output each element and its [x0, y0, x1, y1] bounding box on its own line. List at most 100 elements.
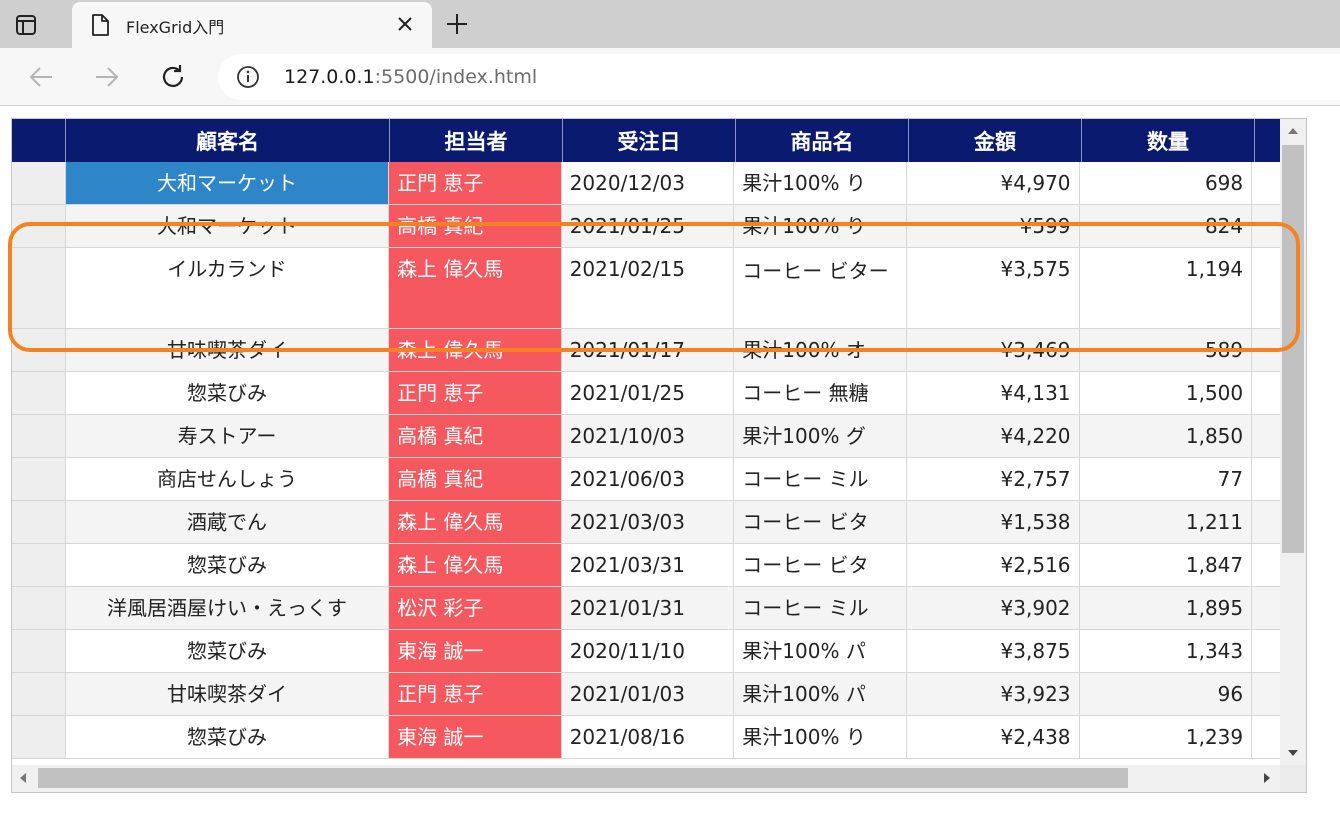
product-cell[interactable]: コーヒー 無糖 — [734, 372, 907, 414]
reload-icon[interactable] — [158, 62, 188, 92]
forward-arrow-icon[interactable] — [92, 62, 122, 92]
row-header-cell[interactable] — [12, 415, 66, 457]
staff-cell[interactable]: 正門 恵子 — [389, 372, 562, 414]
product-cell[interactable]: コーヒー ミル — [734, 587, 907, 629]
horizontal-scroll-thumb[interactable] — [38, 768, 1128, 788]
amount-cell[interactable]: ¥1,538 — [907, 501, 1080, 543]
amount-cell[interactable]: ¥4,131 — [907, 372, 1080, 414]
table-row[interactable]: 寿ストアー 高橋 真紀 2021/10/03 果汁100% グ ¥4,220 1… — [12, 415, 1280, 458]
product-cell[interactable]: 果汁100% グ — [734, 415, 907, 457]
column-header-amount[interactable]: 金額 — [909, 119, 1082, 162]
tab-actions-button[interactable] — [14, 12, 58, 38]
url-text[interactable]: 127.0.0.1:5500/index.html — [284, 66, 537, 88]
row-header-cell[interactable] — [12, 716, 66, 758]
amount-cell[interactable]: ¥4,970 — [907, 162, 1080, 204]
date-cell[interactable]: 2021/01/25 — [562, 372, 735, 414]
staff-cell[interactable]: 東海 誠一 — [389, 630, 562, 672]
back-arrow-icon[interactable] — [26, 62, 56, 92]
date-cell[interactable]: 2020/12/03 — [562, 162, 735, 204]
scroll-up-arrow-icon[interactable] — [1288, 128, 1298, 134]
close-icon[interactable] — [394, 13, 416, 35]
row-header-cell[interactable] — [12, 673, 66, 715]
table-row[interactable]: 甘味喫茶ダイ 正門 恵子 2021/01/03 果汁100% パ ¥3,923 … — [12, 673, 1280, 716]
date-cell[interactable]: 2021/03/31 — [562, 544, 735, 586]
table-row[interactable]: 惣菜びみ 東海 誠一 2021/08/16 果汁100% り ¥2,438 1,… — [12, 716, 1280, 759]
date-cell[interactable]: 2021/06/03 — [562, 458, 735, 500]
row-header-cell[interactable] — [12, 501, 66, 543]
new-tab-plus-icon[interactable] — [444, 11, 470, 37]
scroll-down-arrow-icon[interactable] — [1288, 750, 1298, 756]
row-header-cell[interactable] — [12, 544, 66, 586]
staff-cell[interactable]: 高橋 真紀 — [389, 458, 562, 500]
browser-tab[interactable]: FlexGrid入門 — [72, 2, 432, 48]
quantity-cell[interactable]: 1,847 — [1080, 544, 1253, 586]
column-header-staff[interactable]: 担当者 — [390, 119, 563, 162]
amount-cell[interactable]: ¥2,516 — [907, 544, 1080, 586]
date-cell[interactable]: 2021/01/03 — [562, 673, 735, 715]
quantity-cell[interactable]: 1,895 — [1080, 587, 1253, 629]
product-cell[interactable]: 果汁100% パ — [734, 630, 907, 672]
table-row[interactable]: 惣菜びみ 正門 恵子 2021/01/25 コーヒー 無糖 ¥4,131 1,5… — [12, 372, 1280, 415]
staff-cell[interactable]: 高橋 真紀 — [389, 415, 562, 457]
quantity-cell[interactable]: 1,343 — [1080, 630, 1253, 672]
scroll-left-arrow-icon[interactable] — [20, 773, 26, 783]
table-row[interactable]: 洋風居酒屋けい・えっくす 松沢 彩子 2021/01/31 コーヒー ミル ¥3… — [12, 587, 1280, 630]
quantity-cell[interactable]: 1,239 — [1080, 716, 1253, 758]
row-header-cell[interactable] — [12, 587, 66, 629]
flexgrid[interactable]: 顧客名 担当者 受注日 商品名 金額 数量 大和マーケット 正門 恵子 2020… — [11, 118, 1307, 793]
quantity-cell[interactable]: 1,500 — [1080, 372, 1253, 414]
product-cell[interactable]: コーヒー ビタ — [734, 501, 907, 543]
staff-cell[interactable]: 東海 誠一 — [389, 716, 562, 758]
staff-cell[interactable]: 正門 恵子 — [389, 162, 562, 204]
quantity-cell[interactable]: 96 — [1080, 673, 1253, 715]
customer-cell[interactable]: 甘味喫茶ダイ — [66, 673, 390, 715]
quantity-cell[interactable]: 698 — [1080, 162, 1253, 204]
row-header-cell[interactable] — [12, 162, 66, 204]
amount-cell[interactable]: ¥3,923 — [907, 673, 1080, 715]
product-cell[interactable]: コーヒー ビタ — [734, 544, 907, 586]
row-header-cell[interactable] — [12, 372, 66, 414]
amount-cell[interactable]: ¥3,875 — [907, 630, 1080, 672]
amount-cell[interactable]: ¥4,220 — [907, 415, 1080, 457]
row-header-cell[interactable] — [12, 630, 66, 672]
product-cell[interactable]: 果汁100% り — [734, 162, 907, 204]
staff-cell[interactable]: 森上 偉久馬 — [389, 544, 562, 586]
amount-cell[interactable]: ¥3,902 — [907, 587, 1080, 629]
customer-cell[interactable]: 洋風居酒屋けい・えっくす — [66, 587, 390, 629]
scroll-right-arrow-icon[interactable] — [1264, 773, 1270, 783]
date-cell[interactable]: 2021/08/16 — [562, 716, 735, 758]
table-row[interactable]: 惣菜びみ 森上 偉久馬 2021/03/31 コーヒー ビタ ¥2,516 1,… — [12, 544, 1280, 587]
customer-cell[interactable]: 惣菜びみ — [66, 716, 390, 758]
product-cell[interactable]: 果汁100% り — [734, 716, 907, 758]
customer-cell[interactable]: 商店せんしょう — [66, 458, 390, 500]
staff-cell[interactable]: 松沢 彩子 — [389, 587, 562, 629]
staff-cell[interactable]: 森上 偉久馬 — [389, 501, 562, 543]
amount-cell[interactable]: ¥2,757 — [907, 458, 1080, 500]
table-row[interactable]: 大和マーケット 正門 恵子 2020/12/03 果汁100% り ¥4,970… — [12, 162, 1280, 205]
quantity-cell[interactable]: 1,211 — [1080, 501, 1253, 543]
amount-cell[interactable]: ¥2,438 — [907, 716, 1080, 758]
row-header-cell[interactable] — [12, 458, 66, 500]
table-row[interactable]: 商店せんしょう 高橋 真紀 2021/06/03 コーヒー ミル ¥2,757 … — [12, 458, 1280, 501]
info-icon[interactable] — [236, 65, 260, 89]
customer-cell[interactable]: 惣菜びみ — [66, 630, 390, 672]
date-cell[interactable]: 2021/03/03 — [562, 501, 735, 543]
quantity-cell[interactable]: 77 — [1080, 458, 1253, 500]
column-header-quantity[interactable]: 数量 — [1082, 119, 1255, 162]
horizontal-scrollbar[interactable] — [12, 765, 1280, 792]
customer-cell[interactable]: 酒蔵でん — [66, 501, 390, 543]
quantity-cell[interactable]: 1,850 — [1080, 415, 1253, 457]
table-row[interactable]: 酒蔵でん 森上 偉久馬 2021/03/03 コーヒー ビタ ¥1,538 1,… — [12, 501, 1280, 544]
top-left-header-cell[interactable] — [12, 119, 66, 162]
column-header-date[interactable]: 受注日 — [563, 119, 736, 162]
date-cell[interactable]: 2020/11/10 — [562, 630, 735, 672]
customer-cell[interactable]: 寿ストアー — [66, 415, 390, 457]
customer-cell[interactable]: 大和マーケット — [65, 162, 390, 204]
date-cell[interactable]: 2021/01/31 — [562, 587, 735, 629]
product-cell[interactable]: コーヒー ミル — [734, 458, 907, 500]
vertical-scrollbar[interactable] — [1280, 119, 1306, 765]
column-header-customer[interactable]: 顧客名 — [66, 119, 390, 162]
customer-cell[interactable]: 惣菜びみ — [66, 544, 390, 586]
table-row[interactable]: 惣菜びみ 東海 誠一 2020/11/10 果汁100% パ ¥3,875 1,… — [12, 630, 1280, 673]
customer-cell[interactable]: 惣菜びみ — [66, 372, 390, 414]
